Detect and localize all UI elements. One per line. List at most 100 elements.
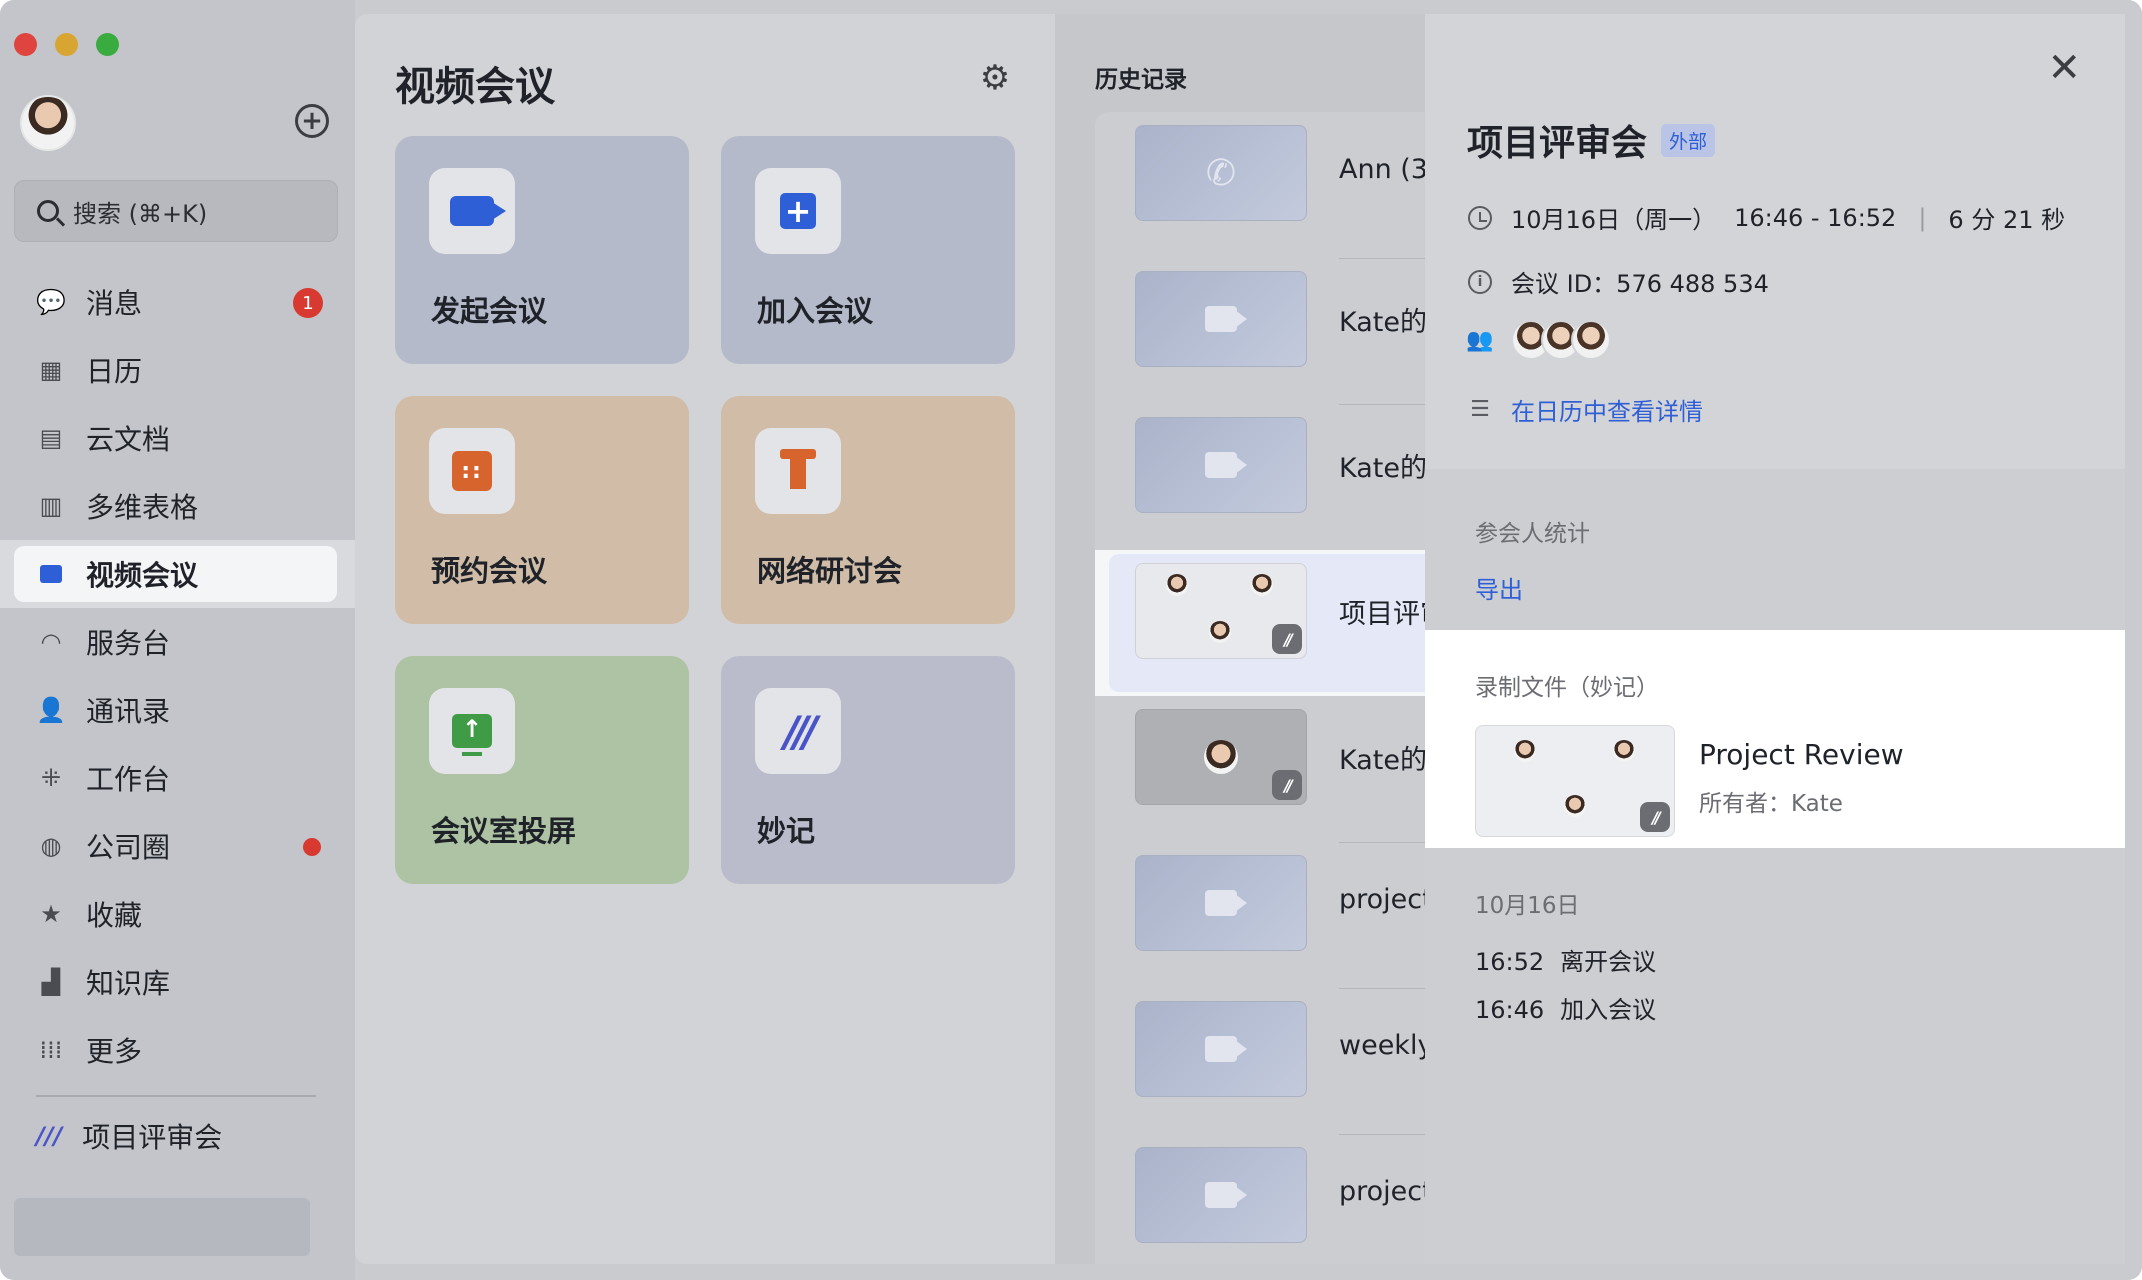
divider [36,1095,316,1097]
sidebar-item-wiki[interactable]: ▟ 知识库 [0,948,355,1016]
sidebar-item-base[interactable]: ▥ 多维表格 [0,472,355,540]
maximize-window-button[interactable] [96,33,119,56]
calendar-link-row[interactable]: ☰ 在日历中查看详情 [1467,392,1703,427]
minimize-window-button[interactable] [55,33,78,56]
meeting-thumbnail [1135,271,1307,367]
recording-section: 录制文件（妙记） // Project Review 所有者：Kate [1425,630,2125,848]
miaoji-icon: /// [36,1122,63,1150]
history-item[interactable]: project [1095,842,1425,988]
sidebar-item-label: 知识库 [86,967,171,1000]
history-panel: 历史记录 ✆ Ann (3 Kate的 Kate的 // 项目评 // Kate… [1055,14,1425,1264]
meeting-id-row: i 会议 ID：576 488 534 [1467,264,1769,299]
dots-grid-icon: ⁞⁞⁞ [39,1036,63,1064]
video-camera-icon [1205,1036,1247,1062]
export-link[interactable]: 导出 [1475,570,1523,605]
sidebar-item-label: 视频会议 [86,559,199,592]
sidebar-item-helpdesk[interactable]: ◠ 服务台 [0,608,355,676]
table-icon: ▥ [39,492,63,520]
history-item-selected[interactable]: // 项目评审 [1095,550,1425,696]
meeting-time: 16:46 - 16:52 [1734,203,1897,232]
sidebar-item-label: 服务台 [86,627,171,660]
history-item-name: project [1339,1176,1425,1207]
search-input[interactable]: 搜索 (⌘+K) [14,180,338,242]
join-meeting-card[interactable]: + 加入会议 [721,136,1015,364]
video-camera-icon [1205,890,1247,916]
avatar [1571,320,1611,360]
meeting-thumbnail: // [1135,709,1307,805]
info-icon: i [1468,269,1492,294]
schedule-meeting-card[interactable]: 预约会议 [395,396,689,624]
history-item-name: weekly [1339,1030,1425,1061]
planet-icon: ◍ [40,832,62,860]
history-item[interactable]: ✆ Ann (3 [1095,112,1425,258]
history-item[interactable]: // Kate的 [1095,696,1425,842]
history-item[interactable]: project [1095,1134,1425,1264]
room-share-card[interactable]: ↑ 会议室投屏 [395,656,689,884]
card-label: 妙记 [757,814,816,848]
miaoji-icon: // [1272,624,1302,654]
history-item-name: Ann (3 [1339,154,1425,185]
search-icon [37,200,59,222]
participants-row[interactable]: 👥 [1466,320,1611,360]
meeting-time-row: 10月16日（周一） 16:46 - 16:52 | 6 分 21 秒 [1467,200,2065,235]
log-date: 10月16日 [1475,893,1580,919]
page-title: 视频会议 [395,64,555,110]
sidebar-item-label: 日历 [86,355,143,388]
miaoji-card[interactable]: /// 妙记 [721,656,1015,884]
sidebar-item-moments[interactable]: ◍ 公司圈 [0,812,355,880]
sidebar-item-docs[interactable]: ▤ 云文档 [0,404,355,472]
history-title: 历史记录 [1095,67,1187,93]
meeting-thumbnail [1135,1147,1307,1243]
webinar-card[interactable]: 网络研讨会 [721,396,1015,624]
meeting-duration: 6 分 21 秒 [1948,206,2066,234]
sidebar-item-calendar[interactable]: ▦ 日历 [0,336,355,404]
calendar-icon [452,451,492,491]
history-item[interactable]: Kate的 [1095,258,1425,404]
history-item-name: 项目评审 [1339,599,1425,630]
contacts-icon: 👤 [36,696,66,724]
document-icon: ▤ [39,424,63,452]
history-item-name: Kate的 [1339,307,1425,338]
pinned-item-project-review[interactable]: /// 项目评审会 [36,1116,222,1156]
sidebar-nav: 💬 消息 1 ▦ 日历 ▤ 云文档 ▥ 多维表格 视频会议 ◠ 服务台 👤 通讯… [0,268,355,1084]
close-button[interactable]: ✕ [2047,48,2081,88]
history-item[interactable]: Kate的 [1095,404,1425,550]
meeting-title-row: 项目评审会 外部 [1467,114,1716,166]
meeting-id[interactable]: 会议 ID：576 488 534 [1511,264,1769,299]
start-meeting-card[interactable]: 发起会议 [395,136,689,364]
screen-share-icon: ↑ [452,714,492,756]
search-placeholder: 搜索 (⌘+K) [73,199,208,228]
calendar-icon: ▦ [39,356,63,384]
chat-bubbles-icon: 💬 [36,288,66,316]
recording-title[interactable]: Project Review [1699,738,1904,771]
sidebar-item-label: 消息 [86,287,143,320]
settings-button[interactable]: ⚙ [977,60,1013,96]
view-in-calendar-link[interactable]: 在日历中查看详情 [1511,392,1703,427]
add-button[interactable]: + [295,104,329,138]
meeting-date: 10月16日（周一） [1511,206,1717,234]
sidebar-item-contacts[interactable]: 👤 通讯录 [0,676,355,744]
recording-thumbnail[interactable]: // [1475,725,1675,837]
sidebar-item-favorites[interactable]: ★ 收藏 [0,880,355,948]
meeting-thumbnail [1135,855,1307,951]
miaoji-icon: // [1640,802,1670,832]
miaoji-icon: /// [783,706,818,756]
notification-dot [303,838,321,856]
participant-avatar [1208,621,1231,643]
close-icon: ✕ [2047,45,2081,91]
recording-label: 录制文件（妙记） [1475,675,1659,701]
history-item-name: project [1339,884,1425,915]
close-window-button[interactable] [14,33,37,56]
participant-avatar [1166,574,1188,596]
sidebar-item-label: 收藏 [86,899,143,932]
video-camera-icon [1205,306,1247,332]
sidebar-item-video-meeting[interactable]: 视频会议 [0,540,355,608]
video-camera-icon [450,196,506,226]
user-avatar[interactable] [20,95,76,151]
history-item[interactable]: weekly [1095,988,1425,1134]
main-panel: 视频会议 ⚙ 发起会议 + 加入会议 预约会议 网络研讨会 ↑ 会议室投屏 //… [355,14,1055,1264]
sidebar-item-more[interactable]: ⁞⁞⁞ 更多 [0,1016,355,1084]
sidebar-item-messages[interactable]: 💬 消息 1 [0,268,355,336]
sidebar-item-workplace[interactable]: ⁜ 工作台 [0,744,355,812]
history-item-name: Kate的 [1339,453,1425,484]
